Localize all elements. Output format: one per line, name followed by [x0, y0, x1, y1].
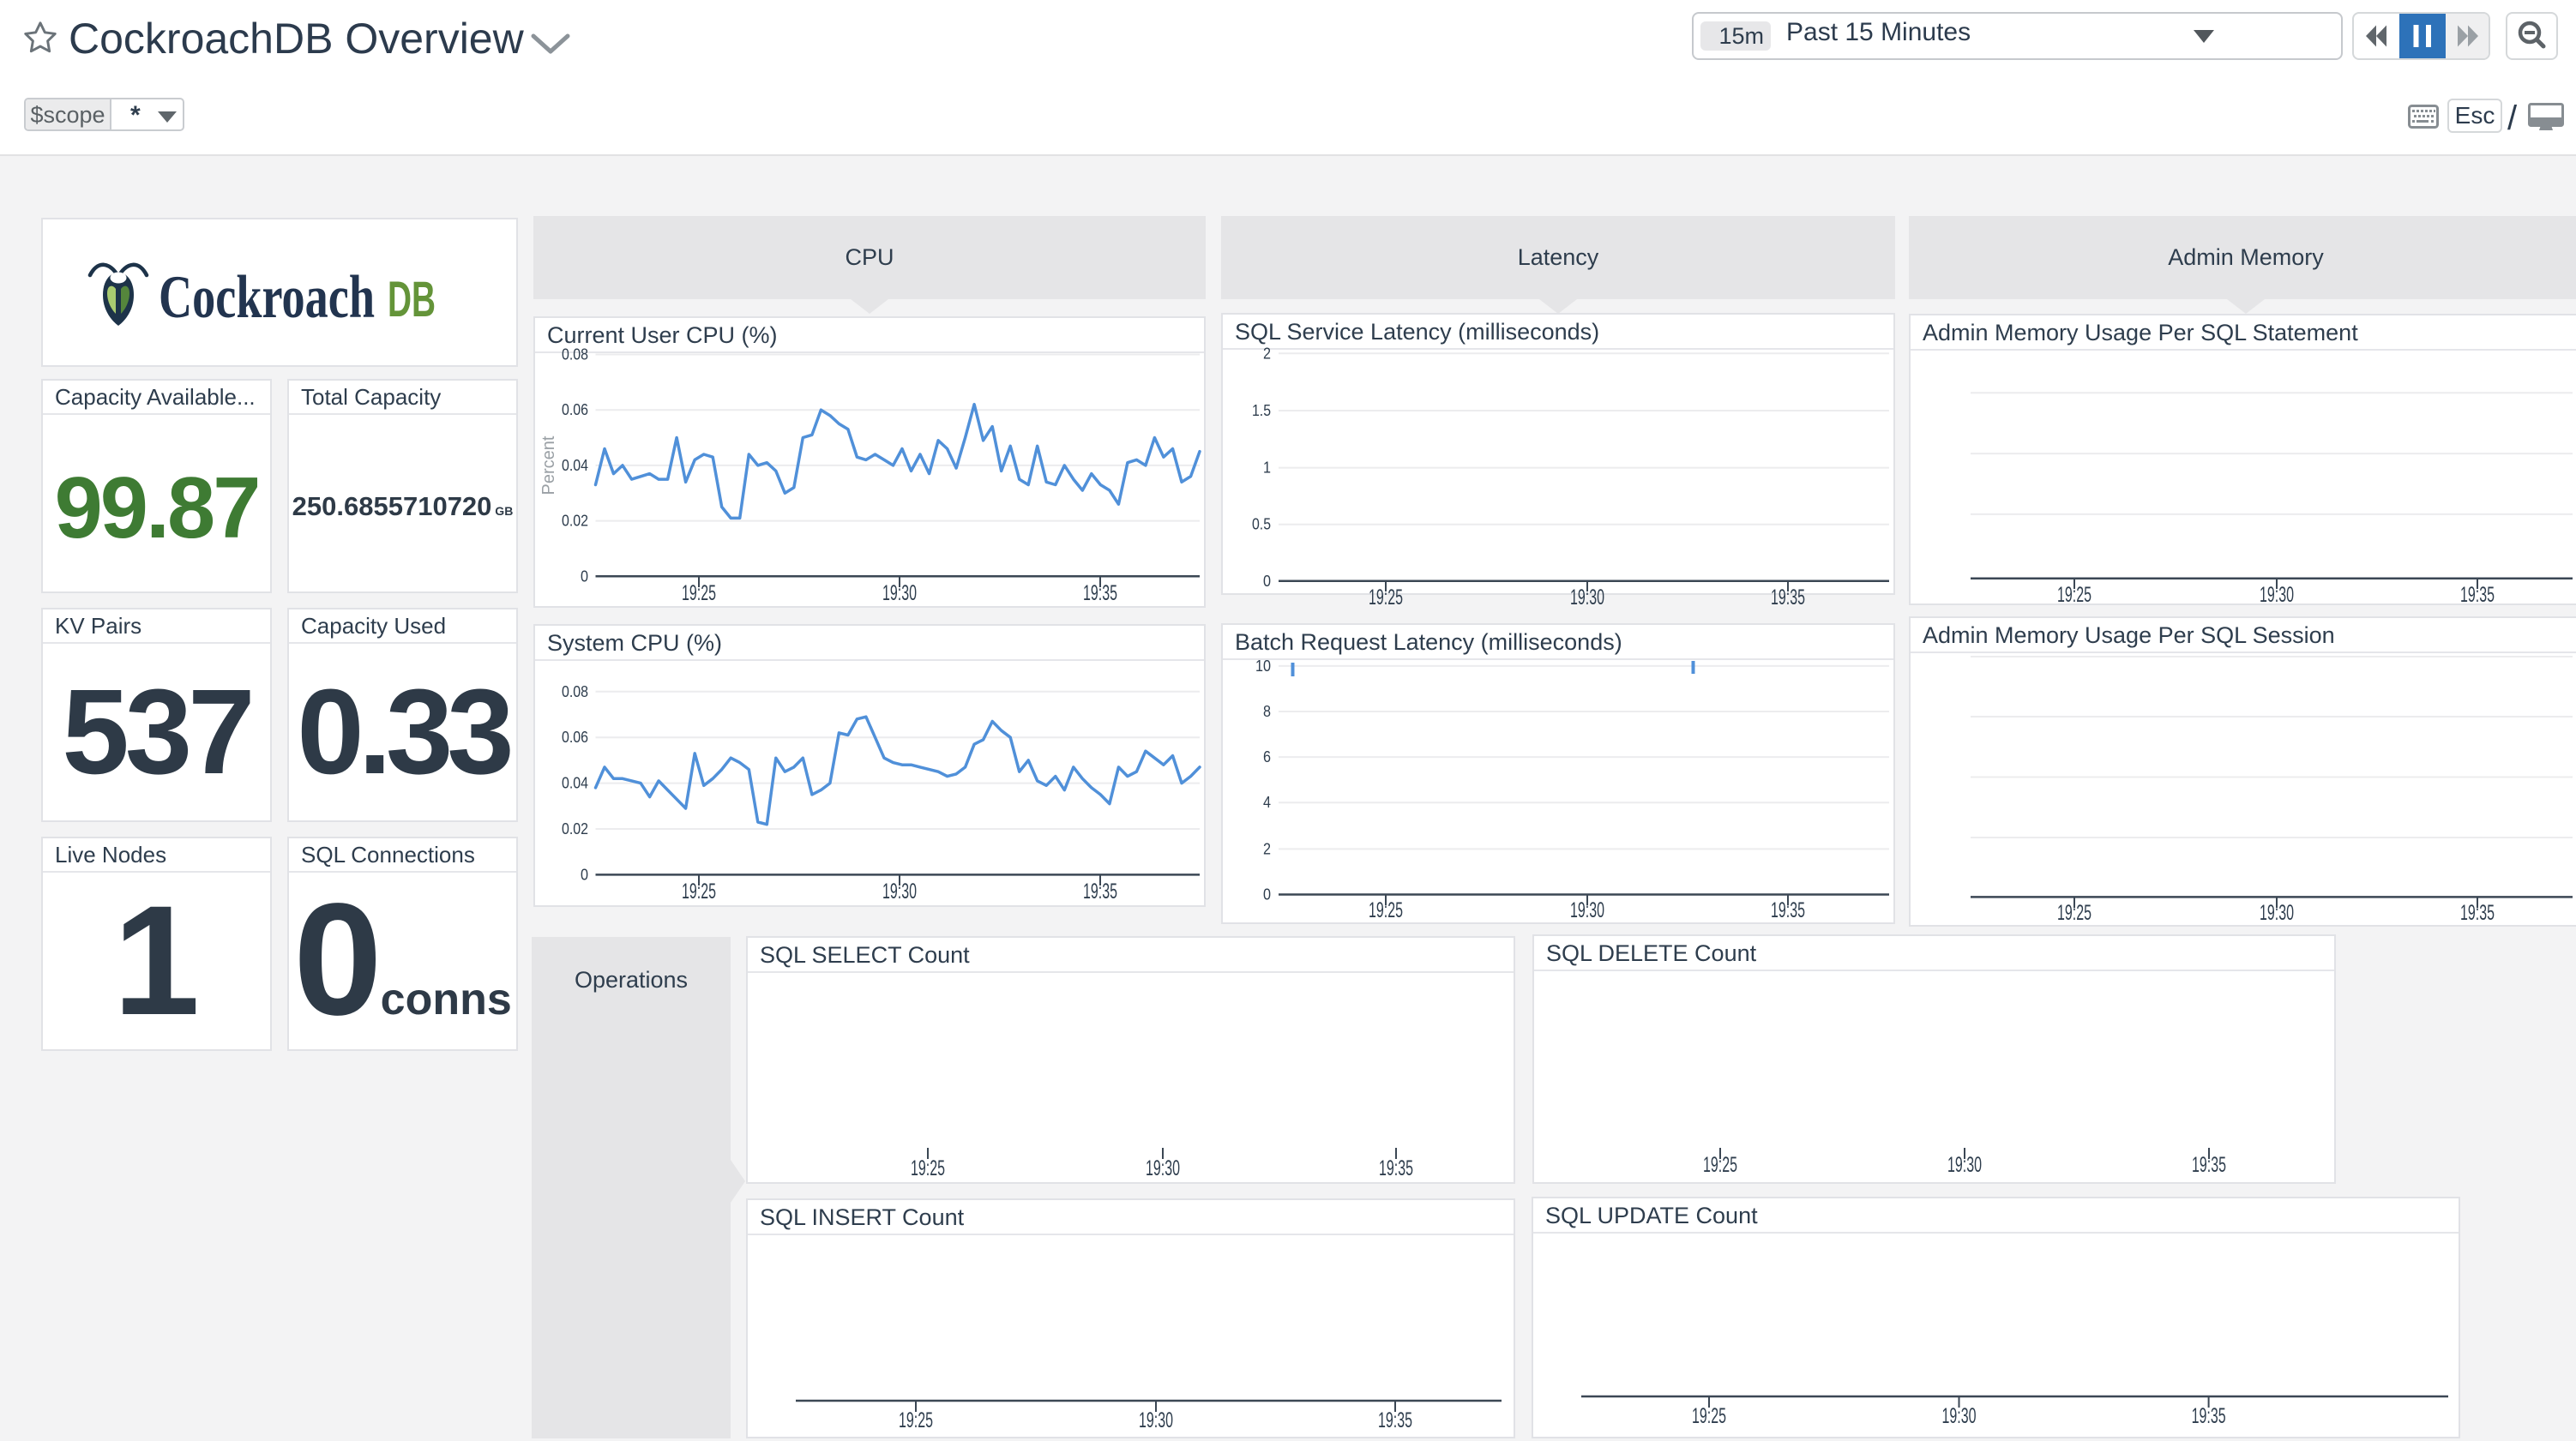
svg-text:0.08: 0.08 [562, 683, 588, 700]
svg-text:19:35: 19:35 [1379, 1156, 1413, 1180]
svg-text:19:30: 19:30 [882, 880, 917, 904]
svg-text:19:25: 19:25 [1369, 898, 1403, 922]
svg-text:19:25: 19:25 [1703, 1153, 1737, 1177]
svg-text:10: 10 [1255, 657, 1271, 675]
svg-text:0: 0 [581, 567, 588, 585]
svg-text:19:25: 19:25 [682, 880, 716, 904]
svg-text:0.06: 0.06 [562, 401, 588, 418]
svg-text:19:30: 19:30 [1146, 1156, 1180, 1180]
svg-text:0.04: 0.04 [562, 775, 588, 792]
svg-text:19:35: 19:35 [1083, 880, 1117, 904]
svg-text:0: 0 [581, 866, 588, 883]
svg-text:19:30: 19:30 [1570, 585, 1604, 609]
svg-text:Percent: Percent [539, 435, 558, 495]
svg-text:0.5: 0.5 [1252, 516, 1271, 533]
svg-text:19:30: 19:30 [1139, 1408, 1173, 1432]
svg-text:19:35: 19:35 [2460, 901, 2495, 925]
svg-text:0: 0 [1263, 886, 1271, 904]
svg-text:4: 4 [1263, 794, 1271, 811]
svg-text:19:25: 19:25 [2057, 583, 2091, 607]
svg-text:19:35: 19:35 [2192, 1153, 2226, 1177]
svg-text:19:30: 19:30 [2260, 583, 2294, 607]
svg-text:19:35: 19:35 [2192, 1404, 2226, 1428]
svg-text:19:35: 19:35 [1771, 898, 1805, 922]
svg-text:19:25: 19:25 [899, 1408, 933, 1432]
svg-text:19:30: 19:30 [1942, 1404, 1977, 1428]
svg-text:19:30: 19:30 [2260, 901, 2294, 925]
svg-text:0.06: 0.06 [562, 729, 588, 746]
svg-text:19:25: 19:25 [1369, 585, 1403, 609]
svg-text:0.08: 0.08 [562, 346, 588, 363]
svg-text:19:35: 19:35 [1771, 585, 1805, 609]
svg-text:19:35: 19:35 [1378, 1408, 1412, 1432]
svg-text:19:35: 19:35 [1083, 581, 1117, 605]
svg-text:1.5: 1.5 [1252, 402, 1271, 419]
svg-text:19:25: 19:25 [682, 581, 716, 605]
svg-text:8: 8 [1263, 703, 1271, 720]
svg-text:0.02: 0.02 [562, 513, 588, 530]
svg-text:2: 2 [1263, 345, 1271, 362]
svg-text:0.02: 0.02 [562, 820, 588, 838]
svg-text:6: 6 [1263, 748, 1271, 766]
svg-text:19:30: 19:30 [882, 581, 917, 605]
svg-text:19:35: 19:35 [2460, 583, 2495, 607]
svg-text:19:30: 19:30 [1570, 898, 1604, 922]
svg-text:0.04: 0.04 [562, 457, 588, 474]
svg-text:19:25: 19:25 [2057, 901, 2091, 925]
svg-text:2: 2 [1263, 840, 1271, 857]
svg-text:0: 0 [1263, 573, 1271, 590]
svg-text:19:25: 19:25 [911, 1156, 945, 1180]
svg-text:1: 1 [1263, 459, 1271, 477]
svg-text:19:30: 19:30 [1947, 1153, 1982, 1177]
svg-text:19:25: 19:25 [1692, 1404, 1726, 1428]
